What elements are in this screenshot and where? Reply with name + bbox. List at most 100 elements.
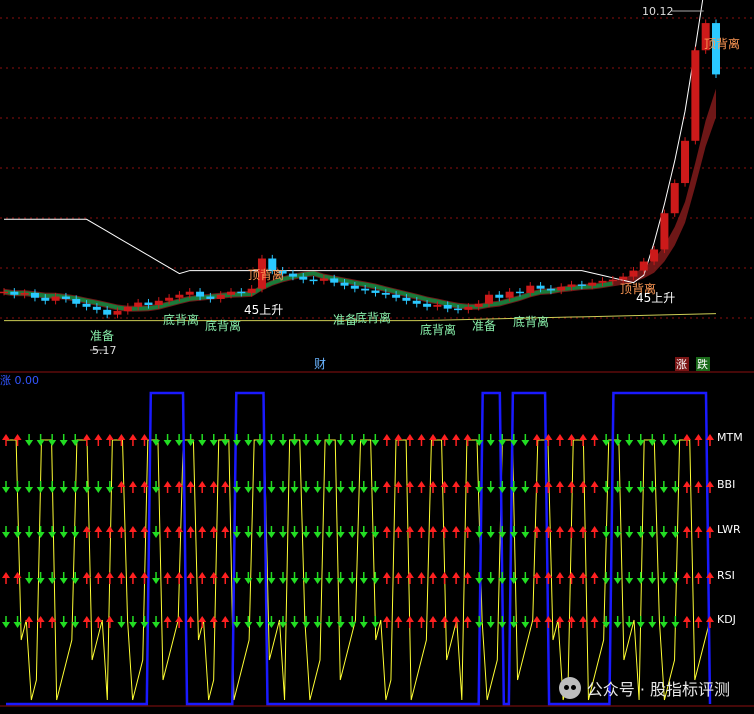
- footer-label-zhang: 涨: [676, 358, 687, 371]
- arrow-head-down: [232, 440, 241, 446]
- arrow-head-up: [417, 572, 426, 578]
- arrow-head-up: [590, 526, 599, 532]
- signal-annotation: 准备: [472, 319, 496, 333]
- candle-body: [134, 302, 143, 307]
- arrow-head-down: [244, 622, 253, 628]
- signal-annotation: 底背离: [513, 314, 549, 329]
- arrow-head-up: [198, 481, 207, 487]
- arrow-head-up: [555, 572, 564, 578]
- arrow-head-up: [117, 434, 126, 440]
- arrow-head-up: [186, 481, 195, 487]
- arrow-head-up: [544, 616, 553, 622]
- arrow-head-up: [694, 616, 703, 622]
- arrow-head-down: [152, 622, 161, 628]
- arrow-head-up: [382, 572, 391, 578]
- arrow-head-up: [140, 434, 149, 440]
- signal-line-yellow: [6, 439, 711, 701]
- arrow-head-up: [94, 526, 103, 532]
- arrow-head-down: [128, 622, 137, 628]
- arrow-head-down: [244, 532, 253, 538]
- arrow-head-down: [648, 487, 657, 493]
- arrow-head-down: [498, 622, 507, 628]
- arrow-head-up: [452, 616, 461, 622]
- arrow-head-down: [82, 487, 91, 493]
- arrow-head-up: [532, 434, 541, 440]
- arrow-head-up: [405, 526, 414, 532]
- arrow-head-up: [579, 526, 588, 532]
- candle-body: [10, 291, 19, 295]
- arrow-head-down: [152, 440, 161, 446]
- arrow-head-down: [325, 487, 334, 493]
- envelope-lines: [4, 0, 717, 322]
- arrow-head-down: [290, 440, 299, 446]
- arrow-head-down: [313, 487, 322, 493]
- candle-body: [567, 284, 576, 287]
- arrow-head-down: [348, 532, 357, 538]
- arrow-head-up: [105, 526, 114, 532]
- arrow-head-down: [25, 487, 34, 493]
- arrow-head-down: [613, 532, 622, 538]
- arrow-head-up: [440, 434, 449, 440]
- arrow-head-up: [209, 572, 218, 578]
- arrow-head-down: [648, 622, 657, 628]
- arrow-head-down: [278, 578, 287, 584]
- candle-body: [0, 291, 8, 294]
- arrow-head-up: [209, 481, 218, 487]
- arrow-head-down: [671, 440, 680, 446]
- arrow-head-down: [521, 578, 530, 584]
- arrow-head-up: [417, 434, 426, 440]
- arrow-head-down: [325, 622, 334, 628]
- signal-annotation: 底背离: [205, 318, 241, 333]
- arrow-head-up: [405, 572, 414, 578]
- arrow-head-down: [359, 440, 368, 446]
- arrow-head-down: [498, 487, 507, 493]
- candle-body: [30, 292, 39, 298]
- arrow-head-up: [82, 572, 91, 578]
- arrow-head-down: [336, 487, 345, 493]
- candle-body: [144, 302, 153, 305]
- arrow-head-down: [71, 440, 80, 446]
- arrow-head-down: [302, 532, 311, 538]
- arrow-head-up: [405, 616, 414, 622]
- arrow-head-up: [198, 526, 207, 532]
- arrow-head-down: [371, 440, 380, 446]
- arrow-head-up: [94, 434, 103, 440]
- arrow-head-up: [682, 526, 691, 532]
- arrow-head-up: [394, 616, 403, 622]
- arrow-head-down: [267, 578, 276, 584]
- signal-annotation: 底背离: [355, 310, 391, 325]
- arrow-head-down: [359, 487, 368, 493]
- arrow-head-up: [532, 616, 541, 622]
- arrow-head-down: [313, 440, 322, 446]
- arrow-head-down: [521, 440, 530, 446]
- arrow-head-down: [486, 487, 495, 493]
- arrow-head-up: [590, 572, 599, 578]
- arrow-head-up: [555, 481, 564, 487]
- arrow-head-up: [117, 526, 126, 532]
- arrow-head-down: [636, 532, 645, 538]
- arrow-head-down: [2, 532, 10, 538]
- arrow-head-down: [2, 487, 10, 493]
- arrow-head-up: [186, 616, 195, 622]
- arrow-head-up: [706, 616, 714, 622]
- arrow-head-down: [267, 440, 276, 446]
- arrow-head-down: [13, 487, 22, 493]
- arrow-head-down: [625, 440, 634, 446]
- arrow-head-down: [671, 622, 680, 628]
- arrow-head-down: [71, 578, 80, 584]
- arrow-head-down: [163, 440, 172, 446]
- arrow-head-down: [325, 440, 334, 446]
- indicator-panel: MTM BBI LWR RSI KDJ: [2, 391, 743, 706]
- arrow-head-down: [475, 578, 484, 584]
- arrow-head-up: [682, 434, 691, 440]
- candle-body: [175, 294, 184, 298]
- arrow-head-up: [94, 616, 103, 622]
- signal-annotation: 准备: [90, 329, 114, 343]
- arrow-head-up: [105, 434, 114, 440]
- candle-body: [433, 304, 442, 307]
- arrow-head-down: [371, 578, 380, 584]
- arrow-head-down: [313, 532, 322, 538]
- arrow-head-down: [359, 532, 368, 538]
- arrow-head-up: [221, 616, 230, 622]
- candle-body: [206, 296, 215, 299]
